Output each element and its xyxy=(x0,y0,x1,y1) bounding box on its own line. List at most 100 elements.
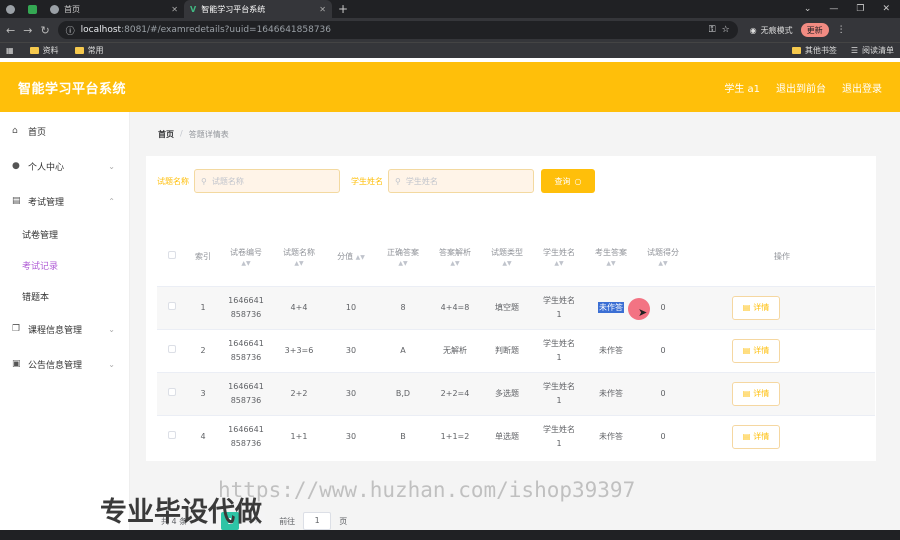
sort-icon[interactable]: ▲▼ xyxy=(429,260,481,268)
browser-tab[interactable] xyxy=(0,0,22,18)
close-icon[interactable]: ✕ xyxy=(882,4,890,14)
sidebar-subitem-records[interactable]: 考试记录 xyxy=(0,250,129,281)
logout-link[interactable]: 退出登录 xyxy=(842,80,882,95)
cell-text: 858736 xyxy=(230,396,262,405)
vue-icon: V xyxy=(190,4,197,14)
star-icon[interactable]: ☆ xyxy=(722,25,730,35)
row-checkbox[interactable] xyxy=(168,345,176,353)
sidebar-item-home[interactable]: ⌂ 首页 xyxy=(0,114,129,149)
bookmark-folder[interactable]: 常用 xyxy=(74,45,104,56)
col-question[interactable]: 试题名称 ▲▼ xyxy=(273,246,325,268)
sort-icon[interactable]: ▲▼ xyxy=(377,260,429,268)
close-icon[interactable]: ✕ xyxy=(171,5,178,14)
sidebar-item-course[interactable]: ❐ 课程信息管理 ⌄ xyxy=(0,312,129,347)
breadcrumb-home[interactable]: 首页 xyxy=(158,129,174,140)
sidebar-item-profile[interactable]: ● 个人中心 ⌄ xyxy=(0,149,129,184)
menu-icon[interactable]: ⋮ xyxy=(837,25,846,35)
cell-text: 1646641 xyxy=(228,339,264,348)
minimize-icon[interactable]: — xyxy=(829,4,838,14)
cell-paper-id: 1646641 858736 xyxy=(228,425,264,448)
cell-student: 学生姓名 1 xyxy=(543,382,575,405)
select-all-checkbox[interactable] xyxy=(168,251,176,259)
apps-icon[interactable]: ▦ xyxy=(6,46,14,55)
breadcrumb-separator: / xyxy=(180,129,183,138)
document-icon: ▤ xyxy=(742,346,751,355)
forward-icon[interactable]: → xyxy=(23,24,32,37)
browser-tab[interactable] xyxy=(22,0,44,18)
folder-icon xyxy=(791,47,801,54)
sidebar-item-label: 课程信息管理 xyxy=(28,326,83,336)
maximize-icon[interactable]: ❐ xyxy=(856,4,864,14)
col-type[interactable]: 试题类型 ▲▼ xyxy=(481,246,533,268)
col-score[interactable]: 分值 ▲▼ xyxy=(325,250,377,265)
detail-button[interactable]: ▤ 详情 xyxy=(732,382,780,406)
cell-question: 3+3=6 xyxy=(284,346,314,355)
sort-icon[interactable]: ▲▼ xyxy=(585,260,637,268)
col-answer[interactable]: 正确答案 ▲▼ xyxy=(377,246,429,268)
tab-title: 首页 xyxy=(64,4,80,14)
cell-got: 0 xyxy=(660,432,666,441)
breadcrumb: 首页 / 答题详情表 xyxy=(158,129,229,140)
new-tab-button[interactable]: + xyxy=(332,0,354,18)
user-link[interactable]: 学生 a1 xyxy=(724,80,760,95)
question-name-input[interactable]: ⚲ 试题名称 xyxy=(194,169,340,193)
url-field[interactable]: ⓘ localhost:8081/#/examredetails?uuid=16… xyxy=(57,21,738,39)
other-bookmarks[interactable]: 其他书签 xyxy=(791,45,837,56)
globe-icon xyxy=(6,4,15,14)
row-checkbox[interactable] xyxy=(168,388,176,396)
table-row: 3 1646641 858736 2+2 30 B,D 2+2=4 多选题 学生姓名 1 未作答 0 ▤… xyxy=(157,372,875,415)
browser-tab[interactable]: 首页 ✕ xyxy=(44,0,184,18)
sort-icon[interactable]: ▲▼ xyxy=(356,254,365,261)
reading-list[interactable]: ☰ 阅读清单 xyxy=(851,45,894,56)
cell-score: 10 xyxy=(345,303,357,312)
cell-paper-id: 1646641 858736 xyxy=(228,339,264,362)
bookmark-folder[interactable]: 资料 xyxy=(29,45,59,56)
cell-paper-id: 1646641 858736 xyxy=(228,382,264,405)
col-paper-id[interactable]: 试卷编号 ▲▼ xyxy=(219,246,273,268)
sidebar-item-notice[interactable]: ▣ 公告信息管理 ⌄ xyxy=(0,347,129,382)
sidebar-subitem-mistakes[interactable]: 错题本 xyxy=(0,281,129,312)
close-icon[interactable]: ✕ xyxy=(319,5,326,14)
student-name-input[interactable]: ⚲ 学生姓名 xyxy=(388,169,534,193)
chevron-down-icon: ⌄ xyxy=(108,325,115,334)
back-to-front-link[interactable]: 退出到前台 xyxy=(776,80,826,95)
detail-button[interactable]: ▤ 详情 xyxy=(732,296,780,320)
cell-text: 858736 xyxy=(230,353,262,362)
col-analysis[interactable]: 答案解析 ▲▼ xyxy=(429,246,481,268)
col-got[interactable]: 试题得分 ▲▼ xyxy=(637,246,689,268)
sort-icon[interactable]: ▲▼ xyxy=(481,260,533,268)
key-icon[interactable]: ⚿ xyxy=(709,25,716,35)
query-button[interactable]: 查询 ○ xyxy=(541,169,595,193)
incognito-badge[interactable]: ◉ 无痕模式 xyxy=(750,25,793,36)
sort-icon[interactable]: ▲▼ xyxy=(273,260,325,268)
page-unit-label: 页 xyxy=(339,516,348,526)
chevron-down-icon[interactable]: ⌄ xyxy=(804,4,812,14)
table-row: 2 1646641 858736 3+3=6 30 A 无解析 判断题 学生姓名 1 未作答 0 ▤ 详情 xyxy=(157,329,875,372)
sort-icon[interactable]: ▲▼ xyxy=(637,260,689,268)
detail-button[interactable]: ▤ 详情 xyxy=(732,339,780,363)
row-checkbox[interactable] xyxy=(168,431,176,439)
back-icon[interactable]: ← xyxy=(6,24,15,37)
address-bar-row: ← → ↻ ⓘ localhost:8081/#/examredetails?u… xyxy=(0,18,900,42)
sidebar-item-exam[interactable]: ▤ 考试管理 ⌃ xyxy=(0,184,129,219)
cell-student-answer: 未作答 xyxy=(599,346,623,355)
sidebar-subitem-papers[interactable]: 试卷管理 xyxy=(0,219,129,250)
sort-icon[interactable]: ▲▼ xyxy=(533,260,585,268)
update-button[interactable]: 更新 xyxy=(800,23,829,37)
detail-button[interactable]: ▤ 详情 xyxy=(732,425,780,449)
row-checkbox[interactable] xyxy=(168,302,176,310)
cell-analysis: 1+1=2 xyxy=(440,432,470,441)
sidebar-item-label: 首页 xyxy=(28,128,47,138)
browser-tab-active[interactable]: V 智能学习平台系统 ✕ xyxy=(184,0,332,18)
content-panel: 试题名称 ⚲ 试题名称 学生姓名 ⚲ 学生姓名 查询 ○ 索引 试卷编号 ▲▼ 试题名称… xyxy=(146,156,876,530)
sort-icon[interactable]: ▲▼ xyxy=(219,260,273,268)
cell-text: 1 xyxy=(556,439,562,448)
exam-icon: ▤ xyxy=(12,196,21,206)
cell-text: 1 xyxy=(556,310,562,319)
col-student-answer[interactable]: 考生答案 ▲▼ xyxy=(585,246,637,268)
goto-page-input[interactable]: 1 xyxy=(303,512,332,530)
reload-icon[interactable]: ↻ xyxy=(40,24,49,37)
detail-label: 详情 xyxy=(753,389,770,398)
cell-got: 0 xyxy=(660,389,666,398)
col-student[interactable]: 学生姓名 ▲▼ xyxy=(533,246,585,268)
